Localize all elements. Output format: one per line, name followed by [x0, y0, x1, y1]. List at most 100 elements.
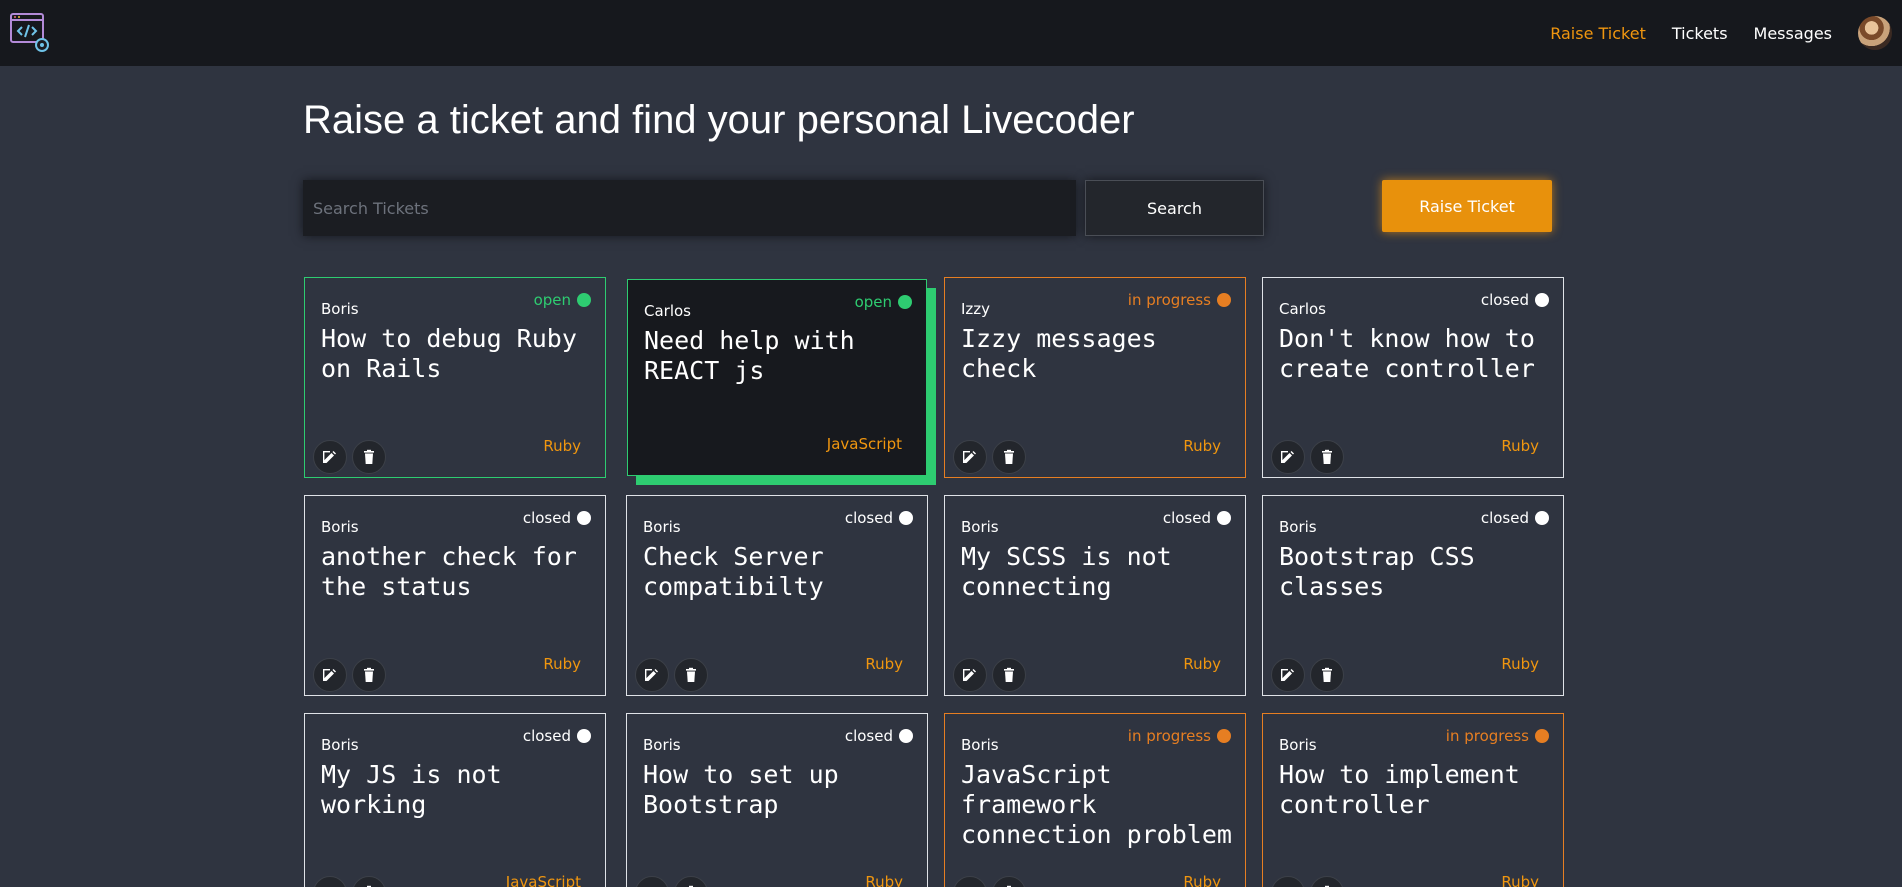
ticket-author: Boris: [321, 736, 359, 754]
ticket-title: How to set up Bootstrap: [643, 760, 839, 819]
ticket-title: My JS is not working: [321, 760, 502, 819]
ticket-author: Boris: [321, 518, 359, 536]
ticket-status: closed: [1163, 509, 1231, 527]
ticket-title: Bootstrap CSS classes: [1279, 542, 1475, 601]
edit-icon[interactable]: [1271, 658, 1305, 692]
ticket-status-label: closed: [844, 727, 893, 745]
trash-icon[interactable]: [1310, 876, 1344, 887]
ticket-status-label: closed: [1480, 509, 1529, 527]
status-dot-icon: [1535, 511, 1549, 525]
ticket-author: Boris: [1279, 736, 1317, 754]
edit-icon[interactable]: [313, 876, 347, 887]
ticket-status-label: open: [854, 293, 892, 311]
ticket-author: Boris: [643, 736, 681, 754]
ticket-actions: [1271, 876, 1349, 887]
trash-icon[interactable]: [1310, 440, 1344, 474]
ticket-actions: [953, 658, 1031, 692]
trash-icon[interactable]: [992, 658, 1026, 692]
ticket-author: Izzy: [961, 300, 991, 318]
edit-icon[interactable]: [953, 876, 987, 887]
status-dot-icon: [577, 729, 591, 743]
ticket-language: Ruby: [865, 655, 903, 673]
nav-messages[interactable]: Messages: [1754, 24, 1832, 43]
ticket-author: Boris: [643, 518, 681, 536]
ticket-card[interactable]: Boris closed My SCSS is not connecting Ruby: [944, 495, 1246, 696]
ticket-status-label: in progress: [1127, 727, 1211, 745]
edit-icon[interactable]: [635, 876, 669, 887]
ticket-language: Ruby: [1183, 873, 1221, 887]
search-input[interactable]: [303, 180, 1076, 236]
trash-icon[interactable]: [674, 658, 708, 692]
edit-icon[interactable]: [313, 658, 347, 692]
ticket-language: Ruby: [865, 873, 903, 887]
ticket-language: Ruby: [1501, 655, 1539, 673]
ticket-status-label: open: [533, 291, 571, 309]
trash-icon[interactable]: [1310, 658, 1344, 692]
ticket-card[interactable]: Boris closed How to set up Bootstrap Ruby: [626, 713, 928, 887]
ticket-status-label: closed: [522, 509, 571, 527]
ticket-language: Ruby: [1501, 873, 1539, 887]
ticket-status: closed: [845, 509, 913, 527]
ticket-language: JavaScript: [505, 873, 581, 887]
trash-icon[interactable]: [992, 876, 1026, 887]
nav-links: Raise Ticket Tickets Messages: [1550, 0, 1902, 66]
ticket-title: How to implement controller: [1279, 760, 1520, 819]
ticket-title: Izzy messages check: [961, 324, 1157, 383]
ticket-card[interactable]: Boris closed another check for the status R…: [304, 495, 606, 696]
ticket-card[interactable]: Boris closed My JS is not working JavaScrip…: [304, 713, 606, 887]
trash-icon[interactable]: [674, 876, 708, 887]
ticket-card[interactable]: Carlos closed Don't know how to create con…: [1262, 277, 1564, 478]
ticket-status: in progress: [1446, 727, 1549, 745]
search-button[interactable]: Search: [1085, 180, 1264, 236]
status-dot-icon: [577, 511, 591, 525]
ticket-card[interactable]: Izzy in progress Izzy messages check Ruby: [944, 277, 1246, 478]
navbar: Raise Ticket Tickets Messages: [0, 0, 1902, 66]
ticket-status: open: [855, 293, 912, 311]
ticket-status: in progress: [1128, 727, 1231, 745]
ticket-status-label: closed: [1162, 509, 1211, 527]
edit-icon[interactable]: [313, 440, 347, 474]
ticket-actions: [313, 658, 391, 692]
ticket-card[interactable]: Boris open How to debug Ruby on Rails Ruby: [304, 277, 606, 478]
ticket-actions: [635, 658, 713, 692]
trash-icon[interactable]: [352, 876, 386, 887]
status-dot-icon: [1217, 293, 1231, 307]
ticket-author: Boris: [961, 736, 999, 754]
ticket-author: Boris: [1279, 518, 1317, 536]
ticket-status: closed: [1481, 509, 1549, 527]
code-logo-icon[interactable]: [9, 12, 51, 54]
status-dot-icon: [577, 293, 591, 307]
ticket-title: another check for the status: [321, 542, 577, 601]
trash-icon[interactable]: [992, 440, 1026, 474]
nav-raise-ticket[interactable]: Raise Ticket: [1550, 24, 1646, 43]
avatar[interactable]: [1858, 16, 1892, 50]
nav-tickets[interactable]: Tickets: [1672, 24, 1728, 43]
ticket-actions: [1271, 440, 1349, 474]
edit-icon[interactable]: [953, 440, 987, 474]
status-dot-icon: [1217, 729, 1231, 743]
trash-icon[interactable]: [352, 658, 386, 692]
trash-icon[interactable]: [352, 440, 386, 474]
ticket-status: closed: [523, 727, 591, 745]
ticket-status-label: in progress: [1127, 291, 1211, 309]
ticket-card[interactable]: Boris in progress How to implement control…: [1262, 713, 1564, 887]
raise-ticket-button[interactable]: Raise Ticket: [1382, 180, 1552, 232]
ticket-card[interactable]: Boris closed Check Server compatibilty Ruby: [626, 495, 928, 696]
ticket-status-label: closed: [1480, 291, 1529, 309]
ticket-actions: [953, 876, 1031, 887]
ticket-title: JavaScript framework connection problem: [961, 760, 1232, 849]
edit-icon[interactable]: [953, 658, 987, 692]
ticket-card[interactable]: Boris in progress JavaScript framework con…: [944, 713, 1246, 887]
ticket-author: Boris: [961, 518, 999, 536]
ticket-language: Ruby: [543, 437, 581, 455]
ticket-status-label: closed: [844, 509, 893, 527]
edit-icon[interactable]: [1271, 440, 1305, 474]
status-dot-icon: [1535, 729, 1549, 743]
ticket-language: JavaScript: [826, 435, 902, 453]
ticket-card[interactable]: Boris closed Bootstrap CSS classes Ruby: [1262, 495, 1564, 696]
ticket-card[interactable]: Carlos open Need help with REACT js JavaScr…: [627, 279, 927, 476]
ticket-title: How to debug Ruby on Rails: [321, 324, 577, 383]
edit-icon[interactable]: [635, 658, 669, 692]
edit-icon[interactable]: [1271, 876, 1305, 887]
ticket-title: Check Server compatibilty: [643, 542, 824, 601]
